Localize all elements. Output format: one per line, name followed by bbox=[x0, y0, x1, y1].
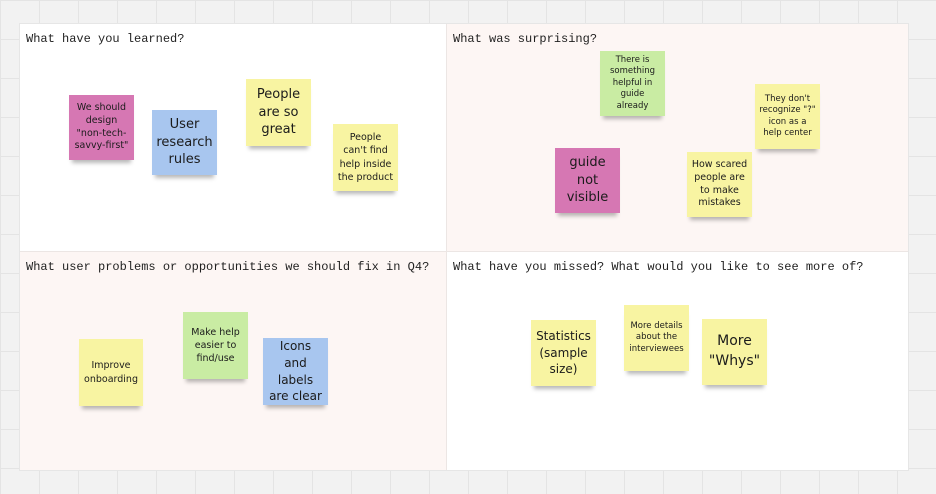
sticky-note-improve-onboarding[interactable]: Improve onboarding bbox=[79, 339, 143, 406]
sticky-note-text: More "Whys" bbox=[708, 333, 761, 369]
sticky-note-cant-find-help[interactable]: People can't find help inside the produc… bbox=[333, 124, 398, 191]
sticky-note-text: User research rules bbox=[156, 117, 213, 168]
quadrant-surprising[interactable]: What was surprising? There is something … bbox=[446, 24, 908, 251]
quadrant-learned[interactable]: What have you learned? We should design … bbox=[20, 24, 446, 251]
sticky-note-more-details[interactable]: More details about the interviewees bbox=[624, 305, 689, 371]
sticky-note-guide-not-visible[interactable]: guide not visible bbox=[555, 148, 620, 213]
sticky-note-statistics[interactable]: Statistics (sample size) bbox=[531, 320, 596, 386]
sticky-note-text: There is something helpful in guide alre… bbox=[609, 54, 655, 111]
quadrant-problems[interactable]: What user problems or opportunities we s… bbox=[20, 251, 446, 470]
sticky-note-text: We should design "non-tech-savvy-first" bbox=[74, 101, 129, 152]
sticky-note-non-tech-savvy-first[interactable]: We should design "non-tech-savvy-first" bbox=[69, 95, 134, 160]
sticky-note-helpful-in-guide[interactable]: There is something helpful in guide alre… bbox=[600, 51, 665, 116]
sticky-note-text: Statistics (sample size) bbox=[536, 328, 591, 377]
sticky-note-text: Make help easier to find/use bbox=[191, 326, 240, 365]
sticky-note-user-research-rules[interactable]: User research rules bbox=[152, 110, 217, 175]
sticky-note-text: How scared people are to make mistakes bbox=[691, 158, 748, 209]
sticky-note-text: People are so great bbox=[256, 87, 301, 138]
sticky-note-more-whys[interactable]: More "Whys" bbox=[702, 319, 767, 385]
quadrant-title-missed: What have you missed? What would you lik… bbox=[453, 260, 864, 274]
quadrant-title-surprising: What was surprising? bbox=[453, 32, 598, 46]
sticky-note-question-icon-help[interactable]: They don't recognize "?" icon as a help … bbox=[755, 84, 820, 149]
sticky-note-text: They don't recognize "?" icon as a help … bbox=[759, 93, 816, 138]
sticky-note-people-are-so-great[interactable]: People are so great bbox=[246, 79, 311, 146]
sticky-note-text: More details about the interviewees bbox=[629, 320, 684, 354]
quadrant-title-problems: What user problems or opportunities we s… bbox=[26, 260, 430, 274]
sticky-note-icons-and-labels[interactable]: Icons and labels are clear bbox=[263, 338, 328, 405]
sticky-note-text: guide not visible bbox=[566, 155, 609, 206]
retrospective-board: What have you learned? We should design … bbox=[20, 24, 908, 470]
quadrant-title-learned: What have you learned? bbox=[26, 32, 185, 46]
sticky-note-scared-of-mistakes[interactable]: How scared people are to make mistakes bbox=[687, 152, 752, 217]
sticky-note-text: Icons and labels are clear bbox=[269, 338, 322, 404]
sticky-note-make-help-easier[interactable]: Make help easier to find/use bbox=[183, 312, 248, 379]
quadrant-missed[interactable]: What have you missed? What would you lik… bbox=[446, 251, 908, 470]
sticky-note-text: People can't find help inside the produc… bbox=[337, 131, 394, 183]
sticky-note-text: Improve onboarding bbox=[84, 360, 138, 385]
